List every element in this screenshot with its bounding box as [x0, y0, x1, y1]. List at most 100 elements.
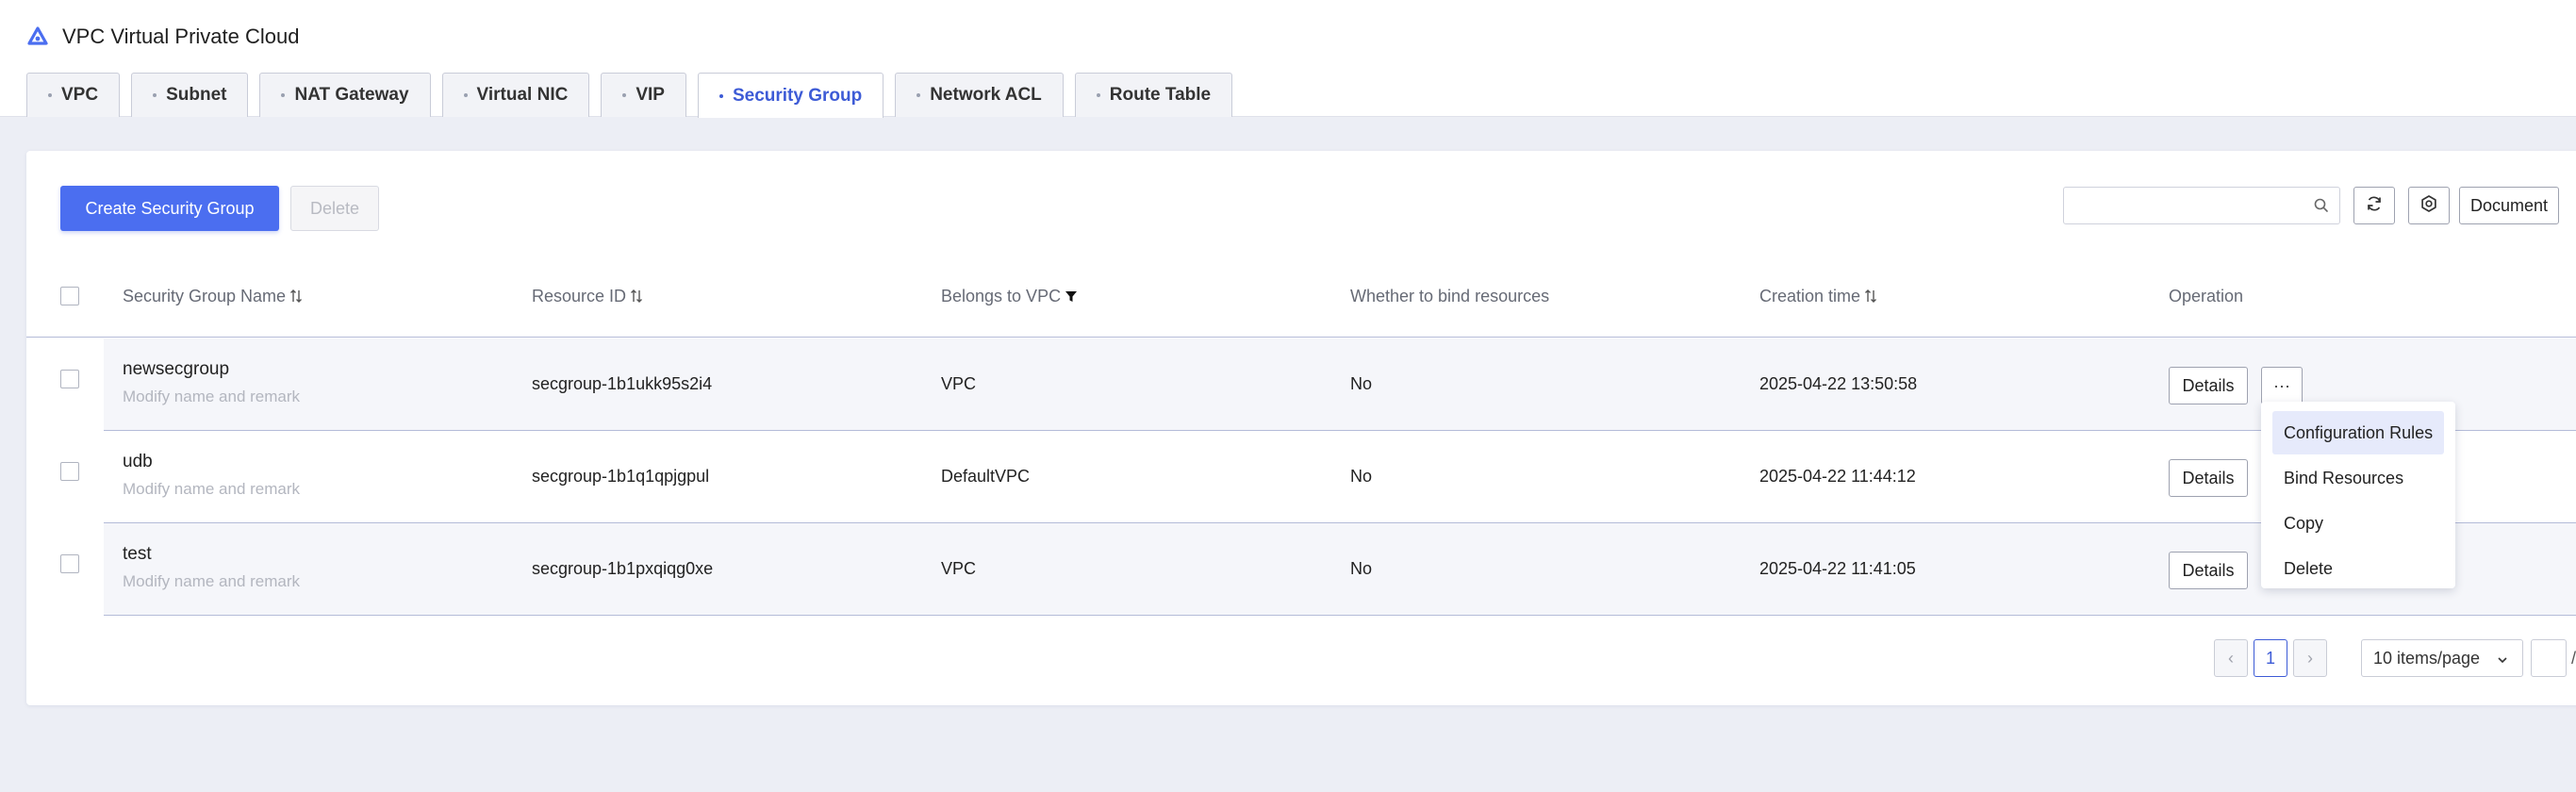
column-label: Creation time: [1759, 286, 1861, 305]
tab-route-table[interactable]: Route Table: [1074, 73, 1233, 117]
tab-virtual-nic[interactable]: Virtual NIC: [441, 73, 590, 117]
search-icon[interactable]: [2313, 197, 2330, 214]
tab-dot-icon: [916, 93, 921, 97]
sort-icon[interactable]: [289, 288, 303, 305]
delete-button[interactable]: Delete: [290, 186, 379, 231]
bind-status: No: [1350, 559, 1373, 578]
prev-page-button[interactable]: ‹: [2214, 639, 2248, 677]
modify-name-remark-link[interactable]: Modify name and remark: [123, 480, 300, 499]
table-header: Security Group Name Resource ID Belongs …: [26, 255, 2576, 338]
security-group-name-link[interactable]: newsecgroup: [123, 359, 229, 380]
tab-label: Route Table: [1109, 85, 1212, 105]
tab-label: VIP: [636, 85, 665, 105]
details-button[interactable]: Details: [2169, 552, 2248, 589]
creation-time: 2025-04-22 13:50:58: [1759, 374, 1918, 393]
vpc-logo-icon: [26, 25, 49, 48]
creation-time: 2025-04-22 11:41:05: [1759, 559, 1916, 578]
tab-dot-icon: [1096, 93, 1100, 97]
row-checkbox[interactable]: [60, 462, 79, 481]
refresh-icon: [2365, 194, 2384, 218]
tab-dot-icon: [48, 93, 52, 97]
page-1-button[interactable]: 1: [2254, 639, 2287, 677]
bind-status: No: [1350, 467, 1373, 486]
tab-dot-icon: [718, 93, 723, 98]
tab-subnet[interactable]: Subnet: [131, 73, 249, 117]
column-label: Belongs to VPC: [941, 286, 1062, 305]
menu-item-bind-resources[interactable]: Bind Resources: [2272, 456, 2444, 500]
tab-dot-icon: [153, 93, 157, 97]
top-header: VPC Virtual Private Cloud VPC Subnet NAT…: [0, 0, 2576, 118]
vpc-name: VPC: [941, 374, 977, 393]
creation-time: 2025-04-22 11:44:12: [1759, 467, 1916, 486]
column-label: Security Group Name: [123, 286, 287, 305]
column-label: Operation: [2169, 286, 2244, 305]
table-row: newsecgroup Modify name and remark secgr…: [104, 338, 2576, 431]
more-actions-menu: Configuration Rules Bind Resources Copy …: [2261, 402, 2455, 588]
gear-icon: [2419, 194, 2438, 218]
filter-icon[interactable]: [1065, 288, 1078, 305]
table-row: test Modify name and remark secgroup-1b1…: [104, 523, 2576, 616]
column-header-resource-id[interactable]: Resource ID: [532, 255, 643, 338]
tab-security-group[interactable]: Security Group: [697, 73, 884, 118]
search-box[interactable]: [2063, 187, 2340, 224]
refresh-button[interactable]: [2353, 187, 2395, 224]
security-group-name-link[interactable]: test: [123, 544, 152, 565]
security-group-panel: Create Security Group Delete Document Se…: [26, 151, 2576, 705]
column-header-bind-resources: Whether to bind resources: [1350, 255, 1549, 338]
total-pages: /1: [2571, 648, 2576, 668]
column-header-creation-time[interactable]: Creation time: [1759, 255, 1877, 338]
table-row: udb Modify name and remark secgroup-1b1q…: [104, 431, 2576, 523]
page-title: VPC Virtual Private Cloud: [62, 25, 300, 48]
select-all-checkbox[interactable]: [60, 287, 79, 305]
tab-dot-icon: [622, 93, 627, 97]
column-header-name[interactable]: Security Group Name: [123, 255, 303, 338]
tab-label: Network ACL: [930, 85, 1042, 105]
tab-label: Virtual NIC: [476, 85, 569, 105]
page-jump-input[interactable]: [2531, 639, 2567, 677]
tab-network-acl[interactable]: Network ACL: [895, 73, 1064, 117]
bind-status: No: [1350, 374, 1373, 393]
search-input[interactable]: [2064, 188, 2309, 223]
app-title: VPC Virtual Private Cloud: [26, 21, 300, 53]
tab-dot-icon: [281, 93, 286, 97]
column-header-operation: Operation: [2169, 255, 2243, 338]
modify-name-remark-link[interactable]: Modify name and remark: [123, 388, 300, 406]
column-label: Whether to bind resources: [1350, 286, 1550, 305]
vpc-name: VPC: [941, 559, 977, 578]
tab-dot-icon: [463, 93, 468, 97]
column-label: Resource ID: [532, 286, 627, 305]
next-page-button[interactable]: ›: [2293, 639, 2327, 677]
row-checkbox[interactable]: [60, 554, 79, 573]
vpc-name: DefaultVPC: [941, 467, 1031, 486]
resource-id: secgroup-1b1ukk95s2i4: [532, 374, 713, 393]
security-group-name-link[interactable]: udb: [123, 452, 153, 472]
tab-label: NAT Gateway: [294, 85, 409, 105]
tab-label: Subnet: [166, 85, 227, 105]
page-size-select[interactable]: 10 items/page: [2361, 639, 2523, 677]
tab-vip[interactable]: VIP: [601, 73, 686, 117]
column-header-vpc[interactable]: Belongs to VPC: [941, 255, 1078, 338]
tab-nat-gateway[interactable]: NAT Gateway: [259, 73, 431, 117]
menu-item-delete[interactable]: Delete: [2272, 547, 2444, 590]
sort-icon[interactable]: [1864, 288, 1877, 305]
security-group-table: Security Group Name Resource ID Belongs …: [26, 255, 2576, 616]
tab-vpc[interactable]: VPC: [26, 73, 121, 117]
more-actions-button[interactable]: ···: [2261, 367, 2303, 404]
resource-id: secgroup-1b1q1qpjgpul: [532, 467, 710, 486]
details-button[interactable]: Details: [2169, 367, 2248, 404]
tab-label: VPC: [61, 85, 99, 105]
menu-item-copy[interactable]: Copy: [2272, 502, 2444, 545]
chevron-down-icon: [2496, 652, 2509, 665]
page-size-value: 10 items/page: [2373, 648, 2481, 668]
tab-label: Security Group: [732, 85, 863, 106]
modify-name-remark-link[interactable]: Modify name and remark: [123, 572, 300, 591]
details-button[interactable]: Details: [2169, 459, 2248, 497]
settings-button[interactable]: [2408, 187, 2450, 224]
row-checkbox[interactable]: [60, 370, 79, 388]
menu-item-configuration-rules[interactable]: Configuration Rules: [2272, 411, 2444, 454]
resource-id: secgroup-1b1pxqiqg0xe: [532, 559, 714, 578]
sort-icon[interactable]: [630, 288, 643, 305]
document-button[interactable]: Document: [2459, 187, 2559, 224]
tab-bar: VPC Subnet NAT Gateway Virtual NIC VIP S…: [26, 73, 1233, 118]
create-security-group-button[interactable]: Create Security Group: [60, 186, 279, 231]
